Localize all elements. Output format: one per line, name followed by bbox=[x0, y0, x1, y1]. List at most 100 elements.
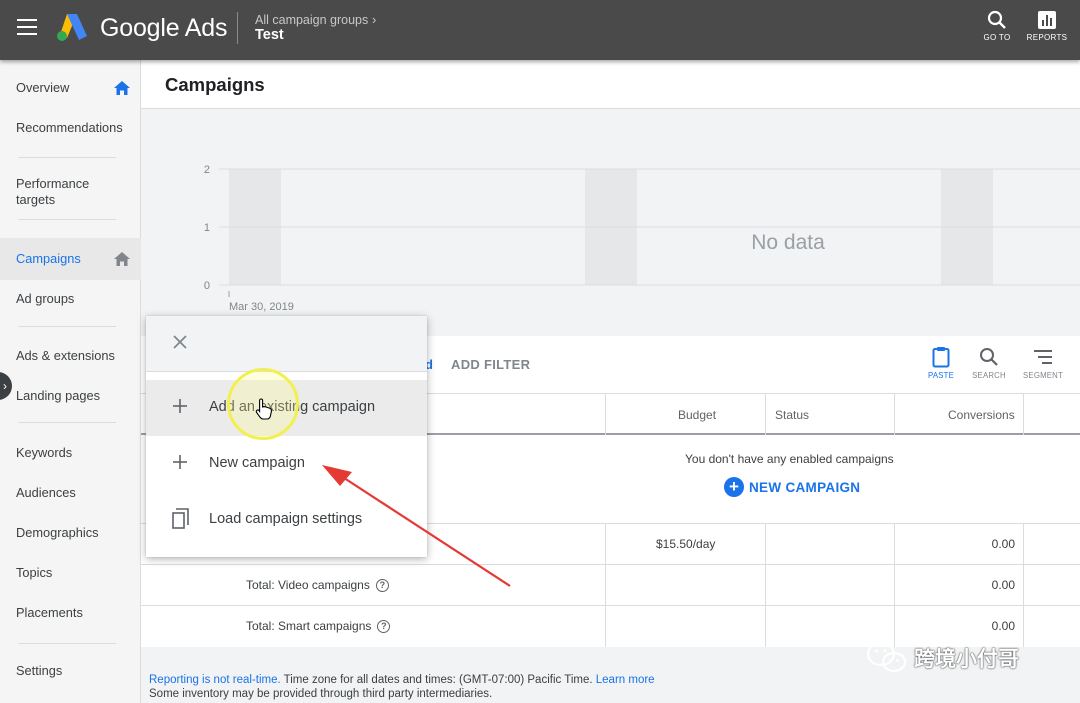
paste-button[interactable]: PASTE bbox=[916, 346, 966, 380]
sidebar-item-recommendations[interactable]: Recommendations bbox=[0, 108, 141, 148]
plus-icon bbox=[173, 399, 187, 413]
sidebar-item-topics[interactable]: Topics bbox=[0, 554, 141, 592]
sidebar-item-settings[interactable]: Settings bbox=[0, 652, 141, 690]
sidebar-item-label: Recommendations bbox=[16, 120, 123, 135]
conversions-cell: 0.00 bbox=[991, 619, 1015, 633]
column-divider bbox=[1023, 393, 1024, 435]
sidebar-item-placements[interactable]: Placements bbox=[0, 594, 141, 632]
sidebar-item-label: Demographics bbox=[16, 525, 99, 540]
breadcrumb-current[interactable]: Test bbox=[255, 27, 284, 43]
page-header: Campaigns bbox=[141, 60, 1080, 109]
total-label: Total: Smart campaigns? bbox=[246, 619, 391, 634]
chevron-right-icon: › bbox=[372, 12, 377, 27]
sidebar-item-label: Ads & extensions bbox=[16, 348, 115, 363]
menu-item-load-campaign-settings[interactable]: Load campaign settings bbox=[146, 492, 427, 548]
home-icon bbox=[114, 81, 130, 95]
reports-icon bbox=[1038, 11, 1056, 29]
menu-icon[interactable] bbox=[17, 19, 37, 35]
budget-cell: $15.50/day bbox=[656, 537, 716, 551]
top-app-bar: Google Ads All campaign groups › Test GO… bbox=[0, 0, 1080, 60]
nav-divider bbox=[18, 219, 116, 220]
help-icon[interactable]: ? bbox=[375, 579, 389, 593]
y-tick-label: 0 bbox=[204, 280, 210, 292]
column-divider bbox=[765, 393, 766, 435]
sidebar-item-label: Settings bbox=[16, 663, 63, 678]
column-divider bbox=[894, 523, 895, 647]
goto-label: GO TO bbox=[983, 33, 1011, 42]
sidebar-item-label: Overview bbox=[16, 80, 70, 95]
y-tick-label: 2 bbox=[204, 164, 210, 176]
column-divider bbox=[1023, 523, 1024, 647]
watermark: 跨境小付哥 bbox=[866, 641, 1019, 675]
menu-item-label: Load campaign settings bbox=[209, 511, 363, 527]
home-icon bbox=[114, 252, 130, 266]
nav-divider bbox=[18, 326, 116, 327]
total-smart-label: Total: Smart campaigns bbox=[246, 619, 372, 633]
nav-divider bbox=[18, 422, 116, 423]
column-divider bbox=[605, 523, 606, 647]
sidebar-item-label: Topics bbox=[16, 565, 53, 580]
sidebar-item-label: Performance targets bbox=[16, 176, 90, 207]
watermark-text: 跨境小付哥 bbox=[914, 647, 1019, 671]
nav-divider bbox=[18, 643, 116, 644]
add-circle-icon: + bbox=[724, 477, 744, 497]
breadcrumb-parent[interactable]: All campaign groups bbox=[255, 13, 368, 27]
sidebar-item-label: Keywords bbox=[16, 445, 73, 460]
empty-state-message: You don't have any enabled campaigns bbox=[685, 452, 894, 466]
copy-icon bbox=[172, 508, 189, 529]
sidebar-item-ads-extensions[interactable]: Ads & extensions bbox=[0, 337, 141, 375]
sidebar-item-keywords[interactable]: Keywords bbox=[0, 434, 141, 472]
reports-label: REPORTS bbox=[1026, 33, 1068, 42]
realtime-link[interactable]: Reporting is not real-time. bbox=[149, 674, 281, 686]
column-divider bbox=[605, 393, 606, 435]
sidebar-item-performance-targets[interactable]: Performance targets bbox=[0, 176, 141, 212]
conversions-cell: 0.00 bbox=[991, 537, 1015, 551]
menu-header bbox=[146, 316, 427, 372]
goto-button[interactable]: GO TO bbox=[972, 10, 1022, 42]
sidebar-item-ad-groups[interactable]: Ad groups bbox=[0, 280, 141, 318]
chevron-right-icon: › bbox=[3, 379, 7, 393]
search-button[interactable]: SEARCH bbox=[964, 346, 1014, 380]
menu-item-new-campaign[interactable]: New campaign bbox=[146, 436, 427, 492]
sidebar-item-demographics[interactable]: Demographics bbox=[0, 514, 141, 552]
learn-more-link[interactable]: Learn more bbox=[596, 674, 655, 686]
table-row: Total: Video campaigns? 0.00 bbox=[141, 564, 1080, 605]
sidebar-item-campaigns[interactable]: Campaigns bbox=[0, 238, 141, 280]
help-icon[interactable]: ? bbox=[377, 620, 391, 634]
create-campaign-menu: Add an existing campaign New campaign Lo… bbox=[146, 316, 427, 557]
conversions-cell: 0.00 bbox=[991, 578, 1015, 592]
search-label: SEARCH bbox=[972, 371, 1006, 380]
y-tick-label: 1 bbox=[204, 222, 210, 234]
hand-cursor-icon bbox=[255, 398, 272, 420]
column-header-conversions[interactable]: Conversions bbox=[948, 408, 1015, 422]
reports-button[interactable]: REPORTS bbox=[1022, 10, 1072, 42]
sidebar-item-label: Campaigns bbox=[16, 251, 81, 266]
add-filter-button[interactable]: ADD FILTER bbox=[451, 357, 530, 372]
brand-title: Google Ads bbox=[100, 14, 228, 42]
segment-icon bbox=[1034, 350, 1052, 364]
sidebar-item-label: Ad groups bbox=[16, 291, 75, 306]
footer-notice: Reporting is not real-time. Time zone fo… bbox=[149, 673, 655, 701]
timezone-text: Time zone for all dates and times: (GMT-… bbox=[280, 674, 596, 686]
paste-label: PASTE bbox=[928, 371, 954, 380]
brand-divider bbox=[237, 12, 238, 44]
sidebar-item-label: Landing pages bbox=[16, 388, 100, 403]
x-tick-label: Mar 30, 2019 bbox=[229, 301, 294, 313]
column-header-status[interactable]: Status bbox=[775, 408, 809, 422]
no-data-label: No data bbox=[751, 231, 825, 254]
sidebar-item-overview[interactable]: Overview bbox=[0, 68, 141, 108]
segment-button[interactable]: SEGMENT bbox=[1018, 346, 1068, 380]
sidebar-item-landing-pages[interactable]: Landing pages bbox=[0, 377, 141, 415]
new-campaign-button[interactable]: + NEW CAMPAIGN bbox=[724, 476, 860, 498]
sidebar-item-label: Placements bbox=[16, 605, 83, 620]
column-header-budget[interactable]: Budget bbox=[678, 408, 716, 422]
clipboard-icon bbox=[932, 347, 950, 368]
new-campaign-label: NEW CAMPAIGN bbox=[749, 479, 861, 495]
inventory-text: Some inventory may be provided through t… bbox=[149, 688, 493, 700]
total-video-label: Total: Video campaigns bbox=[246, 578, 370, 592]
sidebar-nav: Overview Recommendations Performance tar… bbox=[0, 60, 141, 703]
close-icon[interactable] bbox=[172, 334, 188, 350]
column-divider bbox=[765, 523, 766, 647]
page-title: Campaigns bbox=[165, 74, 265, 95]
sidebar-item-audiences[interactable]: Audiences bbox=[0, 474, 141, 512]
